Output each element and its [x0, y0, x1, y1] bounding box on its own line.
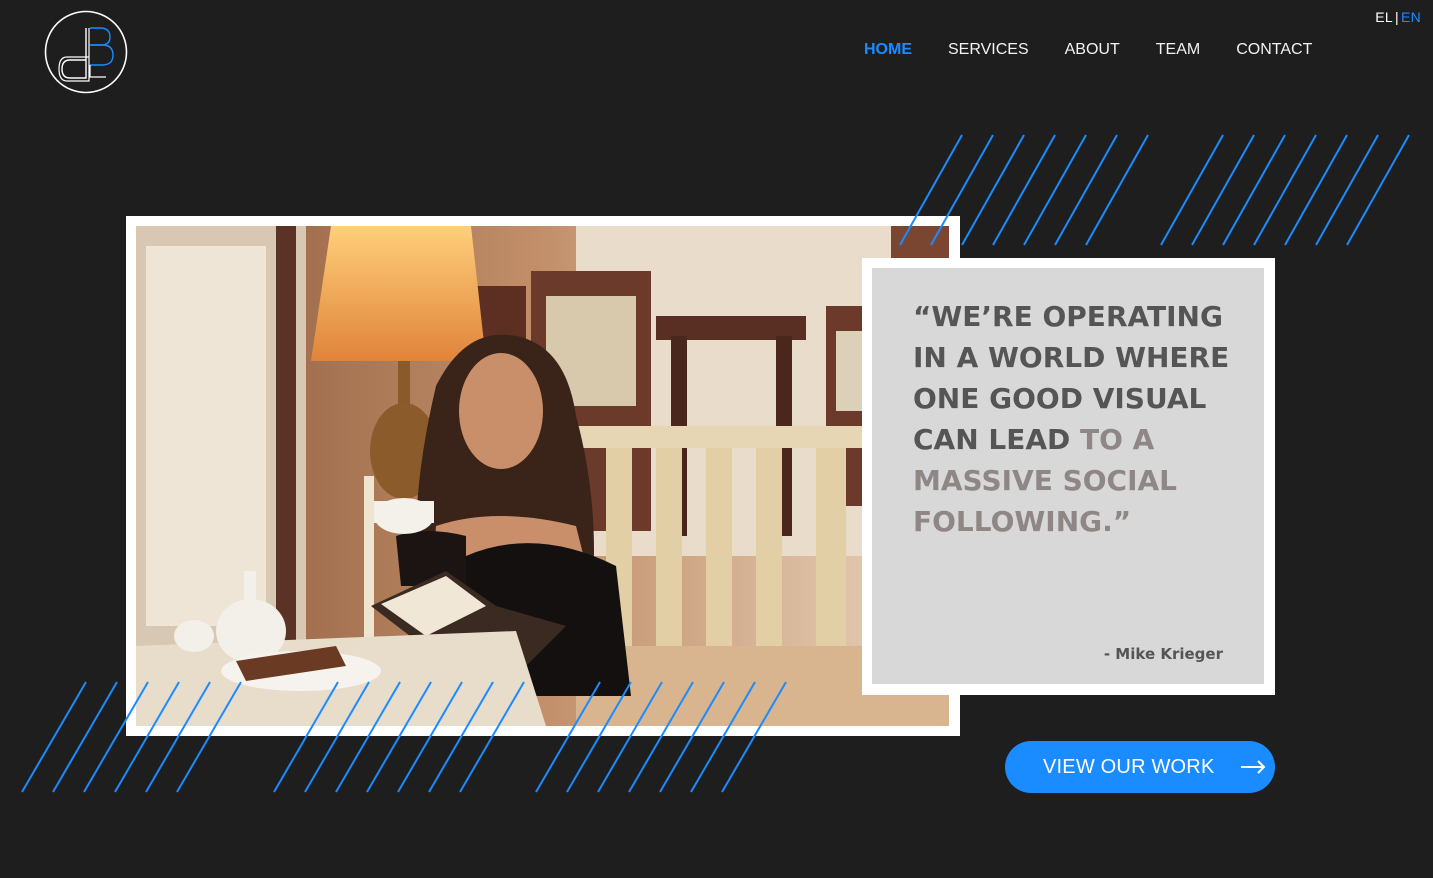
cafe-scene-illustration	[136, 226, 949, 726]
quote-card: “WE’RE OPERATING IN A WORLD WHERE ONE GO…	[872, 268, 1264, 684]
lang-el-link[interactable]: EL	[1375, 9, 1393, 25]
hero-photo-frame	[126, 216, 960, 736]
brand-logo[interactable]	[44, 10, 128, 94]
nav-team[interactable]: TEAM	[1156, 41, 1200, 59]
db-monogram-icon	[44, 10, 128, 94]
nav-about[interactable]: ABOUT	[1065, 41, 1120, 59]
lang-en-link[interactable]: EN	[1401, 9, 1421, 25]
quote-text-primary: “WE’RE OPERATING IN A WORLD WHERE ONE GO…	[913, 300, 1230, 456]
quote-text: “WE’RE OPERATING IN A WORLD WHERE ONE GO…	[913, 296, 1243, 542]
arrow-right-icon	[1240, 760, 1265, 774]
hero-photo	[136, 226, 949, 726]
lang-separator: |	[1395, 9, 1399, 25]
view-our-work-button[interactable]: VIEW OUR WORK	[1005, 741, 1275, 793]
nav-home[interactable]: HOME	[864, 41, 912, 59]
main-nav: HOME SERVICES ABOUT TEAM CONTACT	[864, 41, 1312, 59]
language-switch: EL | EN	[1375, 9, 1421, 25]
quote-card-frame: “WE’RE OPERATING IN A WORLD WHERE ONE GO…	[862, 258, 1275, 695]
nav-services[interactable]: SERVICES	[948, 41, 1029, 59]
view-our-work-label: VIEW OUR WORK	[1043, 755, 1215, 778]
nav-contact[interactable]: CONTACT	[1236, 41, 1312, 59]
quote-author: - Mike Krieger	[1103, 645, 1223, 663]
